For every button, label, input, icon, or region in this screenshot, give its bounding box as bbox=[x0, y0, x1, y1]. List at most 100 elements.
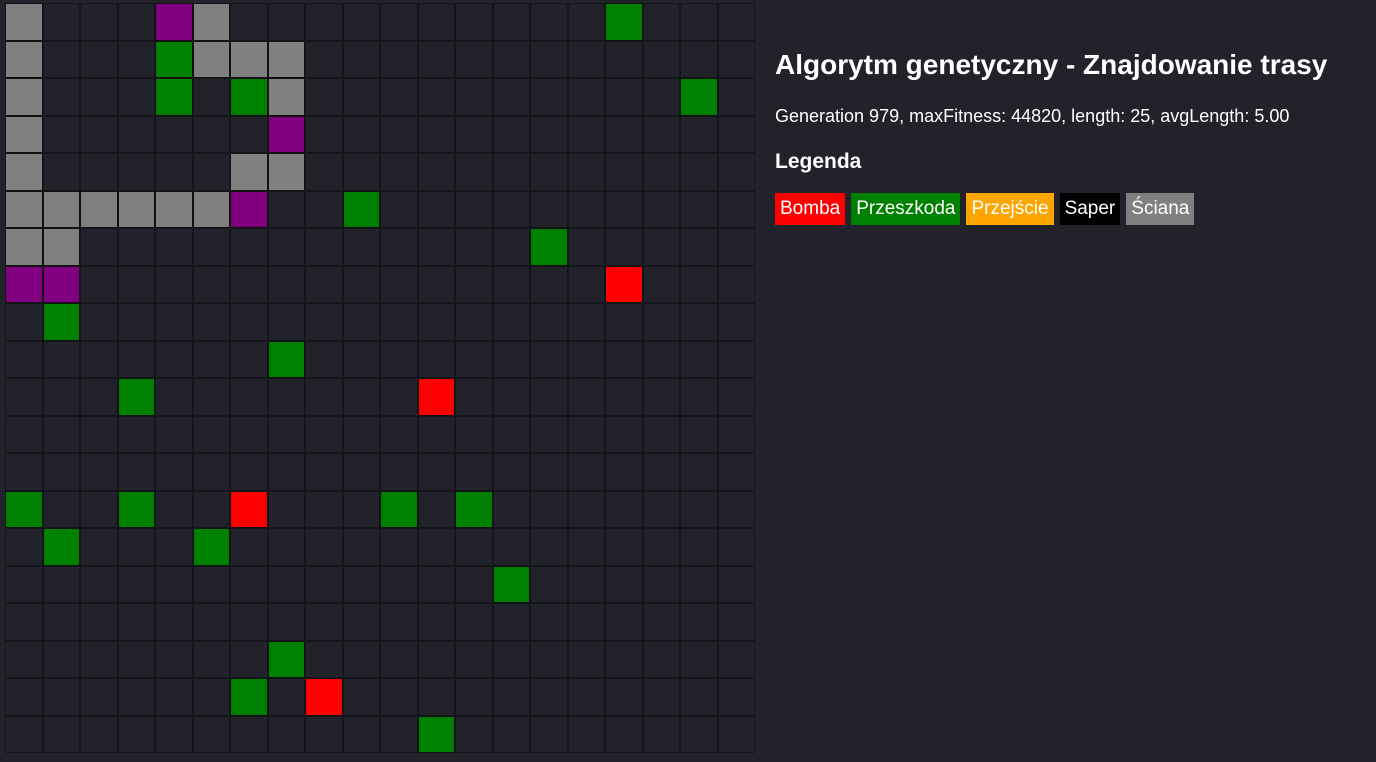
board-cell-empty bbox=[455, 40, 493, 78]
board-cell-empty bbox=[380, 603, 418, 641]
board-cell-empty bbox=[455, 565, 493, 603]
board-cell-empty bbox=[305, 78, 343, 116]
board-cell-empty bbox=[342, 228, 380, 266]
board-cell-empty bbox=[455, 415, 493, 453]
board-cell-wall bbox=[5, 40, 43, 78]
board-cell-wall bbox=[192, 40, 230, 78]
legend-item-saper: Saper bbox=[1059, 193, 1121, 225]
board-cell-empty bbox=[5, 303, 43, 341]
board-cell-empty bbox=[380, 40, 418, 78]
board-cell-empty bbox=[642, 603, 680, 641]
board-cell-empty bbox=[642, 528, 680, 566]
board-cell-wall bbox=[80, 190, 118, 228]
board-cell-wall bbox=[192, 3, 230, 41]
board-cell-empty bbox=[567, 528, 605, 566]
board-cell-empty bbox=[717, 453, 755, 491]
board-cell-empty bbox=[567, 490, 605, 528]
board-cell-empty bbox=[492, 678, 530, 716]
board-cell-empty bbox=[342, 3, 380, 41]
board-cell-empty bbox=[530, 265, 568, 303]
board-cell-empty bbox=[717, 40, 755, 78]
board-cell-empty bbox=[642, 378, 680, 416]
board-cell-empty bbox=[305, 528, 343, 566]
board-cell-empty bbox=[642, 640, 680, 678]
board-cell-empty bbox=[80, 565, 118, 603]
board-cell-empty bbox=[80, 453, 118, 491]
board-cell-empty bbox=[80, 715, 118, 753]
board-cell-empty bbox=[305, 453, 343, 491]
board-cell-empty bbox=[680, 640, 718, 678]
board-cell-empty bbox=[230, 528, 268, 566]
board-cell-empty bbox=[567, 190, 605, 228]
legend: Bomba Przeszkoda Przejście Saper Ściana bbox=[775, 193, 1370, 225]
board-cell-empty bbox=[305, 603, 343, 641]
board-cell-empty bbox=[492, 115, 530, 153]
board-cell-empty bbox=[530, 490, 568, 528]
board-cell-empty bbox=[605, 228, 643, 266]
board-cell-empty bbox=[305, 40, 343, 78]
board-cell-empty bbox=[567, 40, 605, 78]
board-cell-empty bbox=[80, 3, 118, 41]
board-cell-empty bbox=[605, 603, 643, 641]
board-cell-empty bbox=[492, 190, 530, 228]
board-cell-empty bbox=[642, 3, 680, 41]
board-cell-empty bbox=[492, 40, 530, 78]
board-cell-empty bbox=[417, 340, 455, 378]
board-cell-empty bbox=[267, 565, 305, 603]
page-title: Algorytm genetyczny - Znajdowanie trasy bbox=[775, 49, 1328, 80]
board-cell-empty bbox=[455, 715, 493, 753]
board-cell-empty bbox=[117, 678, 155, 716]
board-cell-empty bbox=[717, 678, 755, 716]
board-cell-empty bbox=[267, 715, 305, 753]
board-cell-empty bbox=[380, 415, 418, 453]
board-cell-empty bbox=[192, 228, 230, 266]
board-cell-empty bbox=[342, 565, 380, 603]
board-cell-empty bbox=[717, 528, 755, 566]
board-cell-obstacle bbox=[155, 40, 193, 78]
board-cell-empty bbox=[267, 3, 305, 41]
info-panel: Algorytm genetyczny - Znajdowanie trasy … bbox=[775, 48, 1370, 225]
board-cell-empty bbox=[192, 603, 230, 641]
board-cell-empty bbox=[42, 640, 80, 678]
board-cell-empty bbox=[642, 415, 680, 453]
board-cell-empty bbox=[305, 3, 343, 41]
board-cell-empty bbox=[305, 340, 343, 378]
board-cell-empty bbox=[530, 78, 568, 116]
board-cell-empty bbox=[267, 190, 305, 228]
board-cell-empty bbox=[567, 378, 605, 416]
board-cell-empty bbox=[530, 453, 568, 491]
board-cell-empty bbox=[192, 153, 230, 191]
board-cell-empty bbox=[342, 640, 380, 678]
board-cell-empty bbox=[155, 378, 193, 416]
board-cell-empty bbox=[192, 340, 230, 378]
board-cell-empty bbox=[530, 640, 568, 678]
board-cell-empty bbox=[342, 340, 380, 378]
board-cell-empty bbox=[80, 603, 118, 641]
board-cell-obstacle bbox=[680, 78, 718, 116]
board-cell-empty bbox=[492, 265, 530, 303]
board-cell-empty bbox=[117, 715, 155, 753]
board-cell-empty bbox=[267, 415, 305, 453]
board-cell-empty bbox=[155, 603, 193, 641]
board-cell-obstacle bbox=[117, 490, 155, 528]
board-cell-empty bbox=[192, 78, 230, 116]
board-cell-empty bbox=[642, 565, 680, 603]
board-cell-empty bbox=[342, 115, 380, 153]
board-cell-path bbox=[267, 115, 305, 153]
board-cell-empty bbox=[380, 528, 418, 566]
board-cell-empty bbox=[492, 78, 530, 116]
board-cell-empty bbox=[80, 415, 118, 453]
board-cell-empty bbox=[230, 115, 268, 153]
board-cell-empty bbox=[717, 340, 755, 378]
board-cell-empty bbox=[267, 303, 305, 341]
board-cell-wall bbox=[5, 190, 43, 228]
board-cell-empty bbox=[380, 678, 418, 716]
board-cell-empty bbox=[642, 265, 680, 303]
board-cell-empty bbox=[5, 378, 43, 416]
board-cell-empty bbox=[492, 153, 530, 191]
board-cell-empty bbox=[5, 528, 43, 566]
board-cell-empty bbox=[417, 265, 455, 303]
board-cell-empty bbox=[642, 153, 680, 191]
board-cell-empty bbox=[380, 190, 418, 228]
board-cell-empty bbox=[717, 490, 755, 528]
